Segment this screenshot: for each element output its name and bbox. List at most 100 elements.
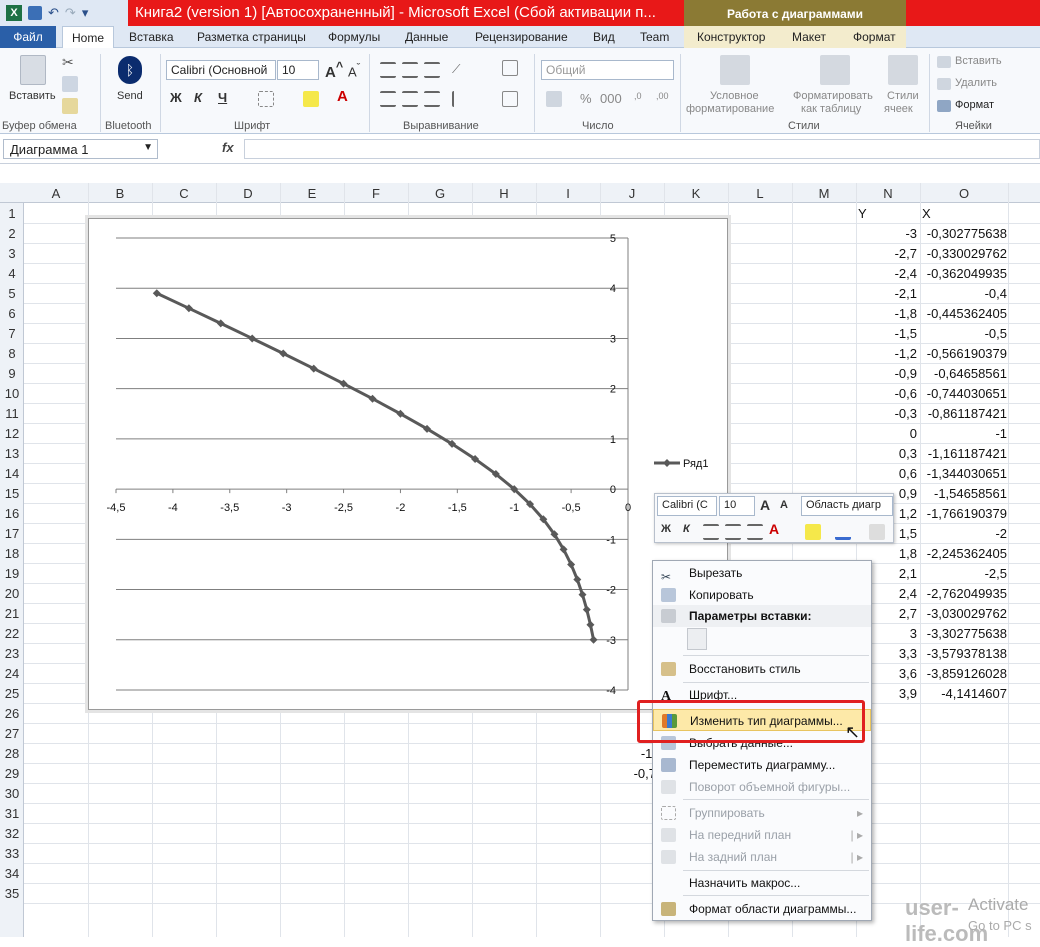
menu-item-3d-rotation[interactable]: Поворот объемной фигуры... bbox=[653, 776, 871, 798]
delete-cells-icon[interactable] bbox=[937, 78, 951, 90]
merge-cells-icon[interactable] bbox=[502, 91, 518, 107]
align-middle-icon[interactable] bbox=[402, 62, 418, 78]
cell-O23[interactable]: -3,579378138 bbox=[920, 646, 1007, 661]
tab-team[interactable]: Team bbox=[640, 30, 669, 44]
row-header-22[interactable]: 22 bbox=[0, 626, 24, 641]
bold-icon[interactable]: Ж bbox=[170, 90, 182, 105]
menu-item-copy[interactable]: Копировать bbox=[653, 584, 871, 606]
indent-icon[interactable] bbox=[452, 91, 468, 107]
row-header-20[interactable]: 20 bbox=[0, 586, 24, 601]
undo-icon[interactable]: ↶ bbox=[48, 5, 59, 21]
mini-element-combo[interactable]: Область диагр bbox=[801, 496, 893, 516]
cell-O4[interactable]: -0,362049935 bbox=[920, 266, 1007, 281]
menu-item-format-chart-area[interactable]: Формат области диаграммы... bbox=[653, 898, 871, 920]
cell-N3[interactable]: -2,7 bbox=[856, 246, 917, 261]
insert-cells-icon[interactable] bbox=[937, 56, 951, 68]
cell-O14[interactable]: -1,344030651 bbox=[920, 466, 1007, 481]
bluetooth-icon[interactable]: ᛒ bbox=[118, 56, 142, 84]
orientation-icon[interactable]: ⟋ bbox=[452, 62, 468, 78]
cell-N4[interactable]: -2,4 bbox=[856, 266, 917, 281]
row-header-27[interactable]: 27 bbox=[0, 726, 24, 741]
cell-N5[interactable]: -2,1 bbox=[856, 286, 917, 301]
conditional-format-icon[interactable] bbox=[720, 55, 750, 85]
tab-view[interactable]: Вид bbox=[593, 30, 615, 44]
insert-cells-button[interactable]: Вставить bbox=[955, 55, 1002, 67]
row-header-29[interactable]: 29 bbox=[0, 766, 24, 781]
mini-italic-icon[interactable]: К bbox=[683, 523, 690, 535]
row-header-1[interactable]: 1 bbox=[0, 206, 24, 221]
row-header-23[interactable]: 23 bbox=[0, 646, 24, 661]
column-header-F[interactable]: F bbox=[344, 186, 408, 201]
formula-input[interactable] bbox=[244, 139, 1040, 159]
column-header-I[interactable]: I bbox=[536, 186, 600, 201]
cond-format-line2[interactable]: форматирование bbox=[686, 103, 774, 115]
mini-font-color-icon[interactable]: A bbox=[769, 521, 779, 537]
row-header-35[interactable]: 35 bbox=[0, 886, 24, 901]
format-painter-icon[interactable] bbox=[62, 98, 78, 114]
format-table-line2[interactable]: как таблицу bbox=[801, 103, 861, 115]
cell-O21[interactable]: -3,030029762 bbox=[920, 606, 1007, 621]
font-size-combo[interactable]: 10 bbox=[277, 60, 319, 80]
cell-O2[interactable]: -0,302775638 bbox=[920, 226, 1007, 241]
save-icon[interactable] bbox=[28, 6, 42, 20]
mini-format-painter-icon[interactable] bbox=[869, 524, 885, 540]
column-header-C[interactable]: C bbox=[152, 186, 216, 201]
menu-item-reset-style[interactable]: Восстановить стиль bbox=[653, 658, 871, 680]
paste-button[interactable]: Вставить bbox=[9, 90, 56, 102]
tab-review[interactable]: Рецензирование bbox=[475, 30, 568, 44]
fx-icon[interactable]: fx bbox=[222, 140, 234, 155]
cell-O20[interactable]: -2,762049935 bbox=[920, 586, 1007, 601]
cell-O24[interactable]: -3,859126028 bbox=[920, 666, 1007, 681]
mini-align-center-icon[interactable] bbox=[725, 524, 741, 540]
row-header-5[interactable]: 5 bbox=[0, 286, 24, 301]
name-box[interactable]: Диаграмма 1 ▼ bbox=[3, 139, 158, 159]
cell-O3[interactable]: -0,330029762 bbox=[920, 246, 1007, 261]
borders-icon[interactable] bbox=[258, 91, 274, 107]
tab-insert[interactable]: Вставка bbox=[129, 30, 174, 44]
cond-format-line1[interactable]: Условное bbox=[710, 90, 759, 102]
align-bottom-icon[interactable] bbox=[424, 62, 440, 78]
mini-shrink-font-icon[interactable]: A bbox=[780, 499, 788, 511]
font-color-icon[interactable]: A bbox=[337, 88, 348, 105]
row-header-31[interactable]: 31 bbox=[0, 806, 24, 821]
format-cells-icon[interactable] bbox=[937, 100, 951, 112]
cell-J28[interactable]: -1, bbox=[600, 746, 656, 761]
send-button[interactable]: Send bbox=[117, 90, 143, 102]
menu-item-cut[interactable]: ✂ Вырезать bbox=[653, 562, 871, 584]
row-header-4[interactable]: 4 bbox=[0, 266, 24, 281]
cell-N18[interactable]: 1,8 bbox=[856, 546, 917, 561]
cell-N14[interactable]: 0,6 bbox=[856, 466, 917, 481]
row-header-7[interactable]: 7 bbox=[0, 326, 24, 341]
row-header-19[interactable]: 19 bbox=[0, 566, 24, 581]
mini-align-left-icon[interactable] bbox=[703, 524, 719, 540]
cell-O1[interactable]: X bbox=[922, 206, 942, 221]
name-box-dropdown-icon[interactable]: ▼ bbox=[143, 142, 153, 153]
format-as-table-icon[interactable] bbox=[820, 55, 850, 85]
format-table-line1[interactable]: Форматировать bbox=[793, 90, 873, 102]
chart-plot[interactable]: 5 4 3 2 1 0 -1 -2 -3 -4 -4,5 -4 -3,5 -3 -2,5 -2 -1,5 -1 -0… bbox=[88, 218, 728, 710]
cell-O18[interactable]: -2,245362405 bbox=[920, 546, 1007, 561]
row-header-30[interactable]: 30 bbox=[0, 786, 24, 801]
row-header-8[interactable]: 8 bbox=[0, 346, 24, 361]
mini-outline-color-icon[interactable] bbox=[835, 524, 851, 540]
column-header-D[interactable]: D bbox=[216, 186, 280, 201]
row-header-24[interactable]: 24 bbox=[0, 666, 24, 681]
cell-N10[interactable]: -0,6 bbox=[856, 386, 917, 401]
decrease-decimal-icon[interactable]: ,00 bbox=[656, 91, 672, 107]
align-right-icon[interactable] bbox=[424, 91, 440, 107]
tab-formulas[interactable]: Формулы bbox=[328, 30, 380, 44]
cell-N11[interactable]: -0,3 bbox=[856, 406, 917, 421]
mini-font-combo[interactable]: Calibri (С bbox=[657, 496, 717, 516]
column-header-H[interactable]: H bbox=[472, 186, 536, 201]
cell-N12[interactable]: 0 bbox=[856, 426, 917, 441]
cell-N2[interactable]: -3 bbox=[856, 226, 917, 241]
menu-item-move-chart[interactable]: Переместить диаграмму... bbox=[653, 754, 871, 776]
row-header-15[interactable]: 15 bbox=[0, 486, 24, 501]
cell-N1[interactable]: Y bbox=[858, 206, 878, 221]
row-header-28[interactable]: 28 bbox=[0, 746, 24, 761]
cell-O17[interactable]: -2 bbox=[920, 526, 1007, 541]
cell-O9[interactable]: -0,64658561 bbox=[920, 366, 1007, 381]
menu-item-send-to-back[interactable]: На задний план | ▸ bbox=[653, 846, 871, 868]
cell-O16[interactable]: -1,766190379 bbox=[920, 506, 1007, 521]
mini-fill-color-icon[interactable] bbox=[805, 524, 821, 540]
